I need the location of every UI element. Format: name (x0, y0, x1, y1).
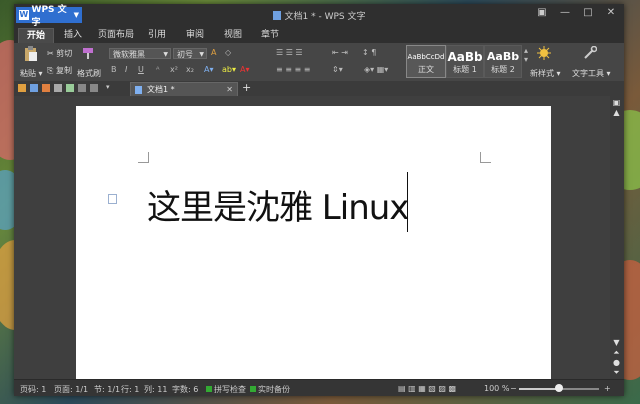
scroll-up-icon[interactable]: ▲ (612, 108, 621, 117)
zoom-in-button[interactable]: + (604, 384, 611, 393)
text-cursor (407, 172, 408, 232)
cut-button[interactable]: ✂ 剪切 (47, 48, 72, 59)
text-effect-icon[interactable]: A (211, 48, 216, 57)
chevron-down-icon: ▼ (199, 51, 204, 58)
highlight-icon[interactable]: ab▾ (222, 65, 236, 74)
format-painter-icon[interactable] (82, 47, 94, 59)
style-gallery-scroll[interactable]: ▴ ▾ (524, 46, 528, 64)
scroll-down-icon[interactable]: ▼ (612, 338, 621, 347)
indent-icon[interactable]: ⇤ ⇥ (332, 48, 348, 57)
zoom-out-button[interactable]: − (510, 384, 517, 393)
document-tab-bar: ▾ 文档1 * ✕ + (14, 81, 624, 96)
document-text[interactable]: 这里是沈雅 Linux (147, 180, 409, 229)
check-icon (250, 386, 256, 392)
paste-button[interactable]: 粘贴 ▾ (20, 68, 43, 79)
tab-home[interactable]: 开始 (18, 28, 54, 44)
wps-writer-window: W WPS 文字 ▼ 文档1 * - WPS 文字 ▣ — □ ✕ 开始 插入 … (14, 4, 624, 396)
paragraph-mark-icon (108, 194, 117, 204)
italic-button[interactable]: I (125, 65, 127, 74)
zoom-level[interactable]: 100 % (484, 384, 509, 393)
window-title: 文档1 * - WPS 文字 (14, 9, 624, 22)
underline-button[interactable]: U (138, 65, 144, 74)
check-icon (206, 386, 212, 392)
chevron-down-icon: ▼ (163, 51, 168, 58)
preview-icon[interactable] (66, 84, 74, 92)
save-icon[interactable] (30, 84, 38, 92)
superscript-button[interactable]: x² (170, 65, 178, 74)
minimize-button[interactable]: — (558, 7, 572, 18)
tab-references[interactable]: 引用 (144, 28, 170, 43)
status-pages: 页面: 1/1 (54, 385, 89, 394)
next-page-icon[interactable]: ⏷ (612, 368, 621, 378)
new-style-icon[interactable] (537, 46, 551, 60)
font-color-icon[interactable]: A▾ (240, 65, 250, 74)
format-painter-button[interactable]: 格式刷 (77, 68, 101, 79)
zoom-slider[interactable] (519, 384, 599, 392)
ribbon-tabs: 开始 插入 页面布局 引用 审阅 视图 章节 (14, 26, 624, 44)
bullet-list-icon[interactable]: ☰ ☰ ☰ (276, 48, 303, 57)
document-page[interactable]: 这里是沈雅 Linux (76, 106, 551, 381)
document-icon (272, 11, 281, 20)
text-tools-icon[interactable] (583, 46, 597, 60)
tab-insert[interactable]: 插入 (60, 28, 86, 43)
tab-chapter[interactable]: 章节 (257, 28, 283, 43)
close-icon[interactable]: ✕ (226, 83, 233, 97)
margin-mark (480, 152, 491, 163)
font-name-select[interactable]: 微软雅黑 ▼ (109, 48, 171, 59)
font-size-select[interactable]: 初号 ▼ (173, 48, 207, 59)
browse-object-icon[interactable]: ● (612, 358, 621, 367)
tab-view[interactable]: 视图 (220, 28, 246, 43)
title-bar: W WPS 文字 ▼ 文档1 * - WPS 文字 ▣ — □ ✕ (14, 4, 624, 28)
subscript-button[interactable]: x₂ (186, 65, 194, 74)
style-heading-1[interactable]: AaBb 标题 1 (446, 45, 484, 78)
undo-icon[interactable] (78, 84, 86, 92)
style-normal[interactable]: AaBbCcDd 正文 (406, 45, 446, 78)
strikethrough-button[interactable]: ᴬ (156, 65, 159, 74)
spell-check-toggle[interactable]: 拼写检查 (206, 384, 246, 395)
status-bar: 页码: 1 页面: 1/1 节: 1/1 行: 1 列: 11 字数: 6 拼写… (14, 379, 624, 396)
align-icons[interactable]: ≡ ≡ ≡ ≡ (276, 65, 310, 74)
status-section: 节: 1/1 (94, 385, 121, 394)
line-spacing-icon[interactable]: ⇕▾ (332, 65, 343, 74)
maximize-button[interactable]: □ (581, 7, 595, 18)
zoom-slider-fill (519, 388, 559, 390)
text-tools-button[interactable]: 文字工具 ▾ (572, 68, 611, 79)
redo-icon[interactable] (90, 84, 98, 92)
backup-toggle[interactable]: 实时备份 (250, 384, 290, 395)
export-icon[interactable] (42, 84, 50, 92)
sort-icon[interactable]: ↕ ¶ (362, 48, 376, 57)
zoom-slider-knob[interactable] (555, 384, 563, 392)
paste-icon[interactable] (24, 46, 38, 62)
view-mode-icons[interactable]: ▤ ▥ ▦ ▧ ▨ ▩ (398, 384, 456, 393)
new-tab-button[interactable]: + (242, 81, 251, 94)
tab-review[interactable]: 审阅 (182, 28, 208, 43)
window-controls: ▣ — □ ✕ (535, 7, 618, 18)
split-view-icon[interactable]: ▣ (612, 98, 621, 107)
new-style-button[interactable]: 新样式 ▾ (530, 68, 561, 79)
tab-page-layout[interactable]: 页面布局 (94, 28, 138, 43)
clear-format-icon[interactable]: ◇ (225, 48, 231, 57)
close-button[interactable]: ✕ (604, 7, 618, 18)
text-outline-icon[interactable]: A▾ (204, 65, 214, 74)
skin-icon[interactable]: ▣ (535, 7, 549, 18)
shading-icon[interactable]: ◈▾ ▦▾ (364, 65, 388, 74)
status-column: 列: 11 (144, 385, 168, 394)
vertical-scrollbar[interactable]: ▣ ▲ ▼ ⏶ ● ⏷ (610, 96, 624, 379)
style-heading-2[interactable]: AaBb 标题 2 (484, 45, 522, 78)
status-word-count[interactable]: 字数: 6 (172, 384, 198, 395)
previous-page-icon[interactable]: ⏶ (612, 348, 621, 358)
ribbon-home: 粘贴 ▾ ✂ 剪切 ⎘ 复制 格式刷 微软雅黑 ▼ 初号 ▼ B I U ᴬ x² … (14, 43, 624, 82)
bold-button[interactable]: B (111, 65, 117, 74)
status-page: 页码: 1 (20, 385, 47, 394)
status-line: 行: 1 (121, 385, 140, 394)
print-icon[interactable] (54, 84, 62, 92)
copy-button[interactable]: ⎘ 复制 (47, 65, 72, 76)
document-icon (135, 86, 142, 94)
open-icon[interactable] (18, 84, 26, 92)
margin-mark (138, 152, 149, 163)
document-workspace: 这里是沈雅 Linux (14, 96, 610, 381)
customize-icon[interactable]: ▾ (106, 83, 114, 91)
tab-document[interactable]: 文档1 * ✕ (130, 82, 238, 96)
